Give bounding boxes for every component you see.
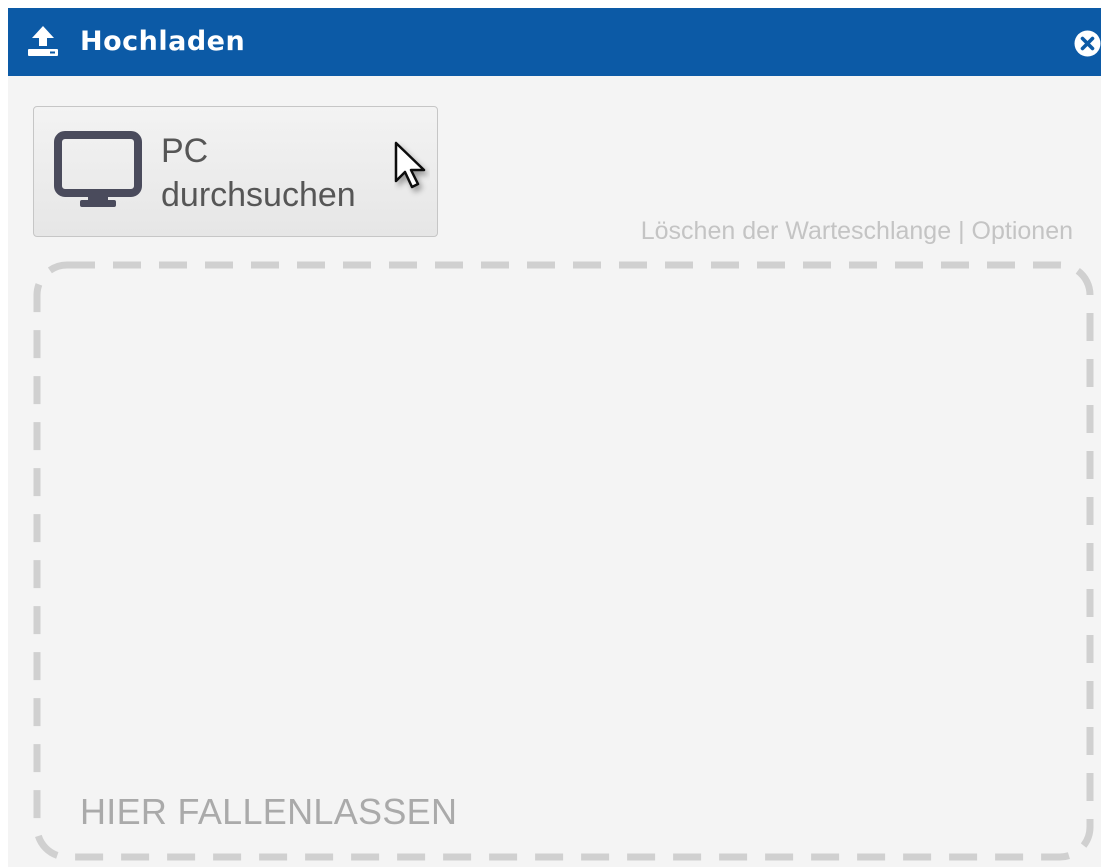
browse-pc-label: PC durchsuchen xyxy=(161,129,421,217)
monitor-icon xyxy=(54,131,142,207)
dialog-titlebar: Hochladen xyxy=(8,8,1101,76)
browse-label-line1: PC xyxy=(161,132,209,170)
queue-links: Löschen der Warteschlange | Optionen xyxy=(641,215,1073,247)
browse-pc-button[interactable]: PC durchsuchen xyxy=(33,106,438,237)
clear-queue-link[interactable]: Löschen der Warteschlange xyxy=(641,217,951,245)
drop-zone[interactable] xyxy=(33,261,1094,861)
close-icon[interactable] xyxy=(1074,30,1101,57)
queue-separator: | xyxy=(958,217,965,245)
drop-zone-label: HIER FALLENLASSEN xyxy=(80,791,458,832)
options-link[interactable]: Optionen xyxy=(972,217,1073,245)
dialog-title: Hochladen xyxy=(80,26,246,57)
browse-label-line2: durchsuchen xyxy=(161,176,356,214)
upload-icon xyxy=(28,26,58,56)
mouse-cursor-icon xyxy=(394,141,426,189)
upload-dialog: Hochladen PC durchsuchen Löschen der War… xyxy=(8,8,1101,867)
